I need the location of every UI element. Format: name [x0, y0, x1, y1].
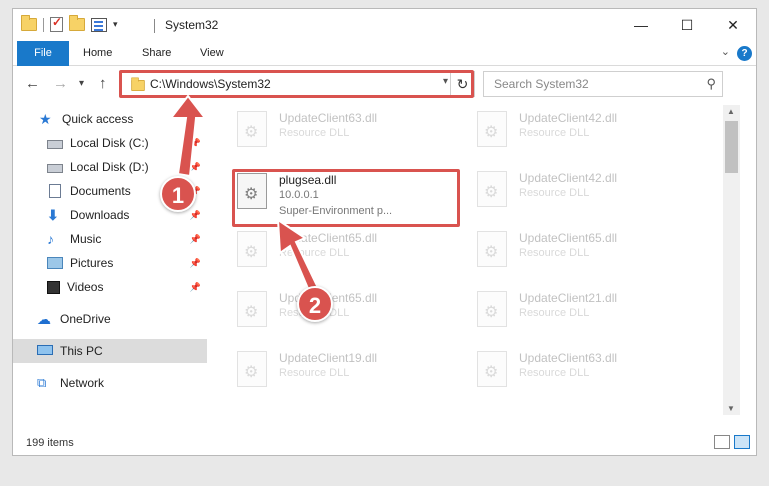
step-2-callout: 2	[297, 286, 333, 322]
step-1-callout: 1	[160, 176, 196, 212]
annotation-arrows	[168, 94, 322, 300]
arrow-step-1	[168, 94, 208, 178]
